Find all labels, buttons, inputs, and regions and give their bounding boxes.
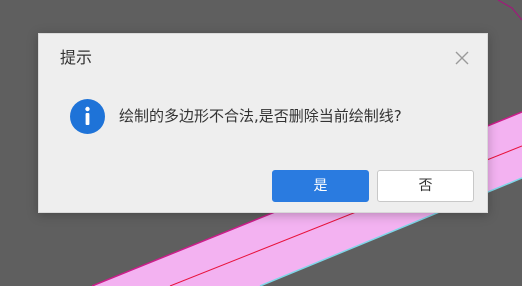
close-icon xyxy=(451,47,473,69)
close-button[interactable] xyxy=(451,47,473,69)
dialog-title: 提示 xyxy=(60,48,93,67)
info-icon xyxy=(70,99,105,134)
dialog-message: 绘制的多边形不合法,是否删除当前绘制线? xyxy=(119,107,402,125)
yes-button[interactable]: 是 xyxy=(272,170,369,202)
no-button[interactable]: 否 xyxy=(377,170,474,202)
confirm-dialog: 提示 绘制的多边形不合法,是否删除当前绘制线? 是 否 xyxy=(38,33,488,213)
